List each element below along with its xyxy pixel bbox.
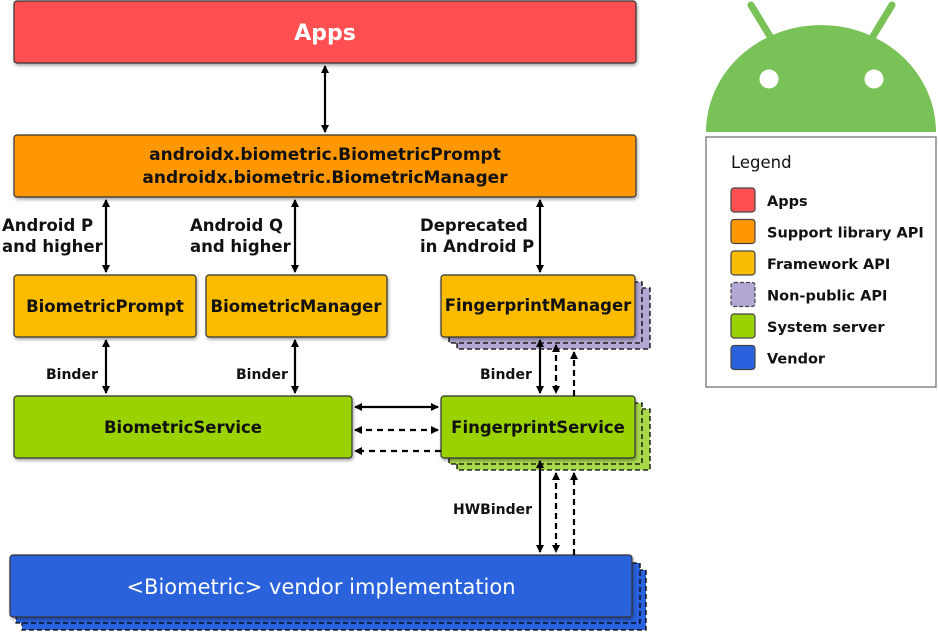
apps-box: Apps — [13, 0, 637, 64]
support-library-box: androidx.biometric.BiometricPrompt andro… — [13, 134, 637, 198]
fingerprint-manager-box: FingerprintManager — [440, 274, 651, 350]
biometric-prompt-label: BiometricPrompt — [26, 297, 184, 316]
legend-item-label: Vendor — [767, 352, 826, 368]
legend-item-label: Support library API — [767, 226, 924, 242]
fingerprint-service-box: FingerprintService — [440, 395, 651, 471]
label-deprecated-2: in Android P — [420, 237, 534, 256]
legend-swatch — [730, 250, 756, 276]
legend-title: Legend — [731, 153, 792, 172]
vendor-box: <Biometric> vendor implementation — [9, 554, 647, 631]
biometric-architecture-diagram: Apps androidx.biometric.BiometricPrompt … — [2, 0, 937, 631]
legend-swatch — [730, 313, 756, 339]
legend-item-label: Apps — [767, 194, 808, 210]
fingerprint-service-label: FingerprintService — [451, 418, 625, 437]
biometric-prompt-box: BiometricPrompt — [13, 274, 197, 338]
label-deprecated-1: Deprecated — [420, 216, 528, 235]
legend-swatch — [730, 344, 756, 371]
biometric-manager-box: BiometricManager — [205, 274, 388, 338]
label-binder-manager: Binder — [236, 367, 288, 383]
support-library-line1: androidx.biometric.BiometricPrompt — [149, 145, 501, 165]
label-android-p-2: and higher — [2, 237, 104, 256]
label-binder-fingerprint: Binder — [480, 367, 532, 383]
legend-swatch — [730, 281, 756, 308]
legend-item-label: System server — [767, 320, 885, 336]
biometric-service-label: BiometricService — [104, 418, 262, 437]
label-android-q-1: Android Q — [190, 216, 283, 235]
support-library-line2: androidx.biometric.BiometricManager — [142, 168, 508, 188]
label-hwbinder: HWBinder — [453, 502, 532, 518]
android-logo — [706, 1, 936, 132]
biometric-service-box: BiometricService — [13, 395, 353, 459]
vendor-label: <Biometric> vendor implementation — [126, 575, 515, 599]
label-android-p-1: Android P — [2, 216, 93, 235]
legend-item-label: Non-public API — [767, 289, 887, 305]
legend-swatch — [730, 218, 756, 245]
fingerprint-manager-label: FingerprintManager — [445, 296, 632, 315]
legend-item-label: Framework API — [767, 257, 890, 273]
apps-label: Apps — [294, 21, 356, 46]
biometric-manager-label: BiometricManager — [211, 297, 383, 316]
legend: Legend Apps Support library API Framework … — [705, 136, 937, 388]
label-binder-prompt: Binder — [46, 367, 98, 383]
legend-swatch — [730, 187, 756, 213]
label-android-q-2: and higher — [190, 237, 292, 256]
